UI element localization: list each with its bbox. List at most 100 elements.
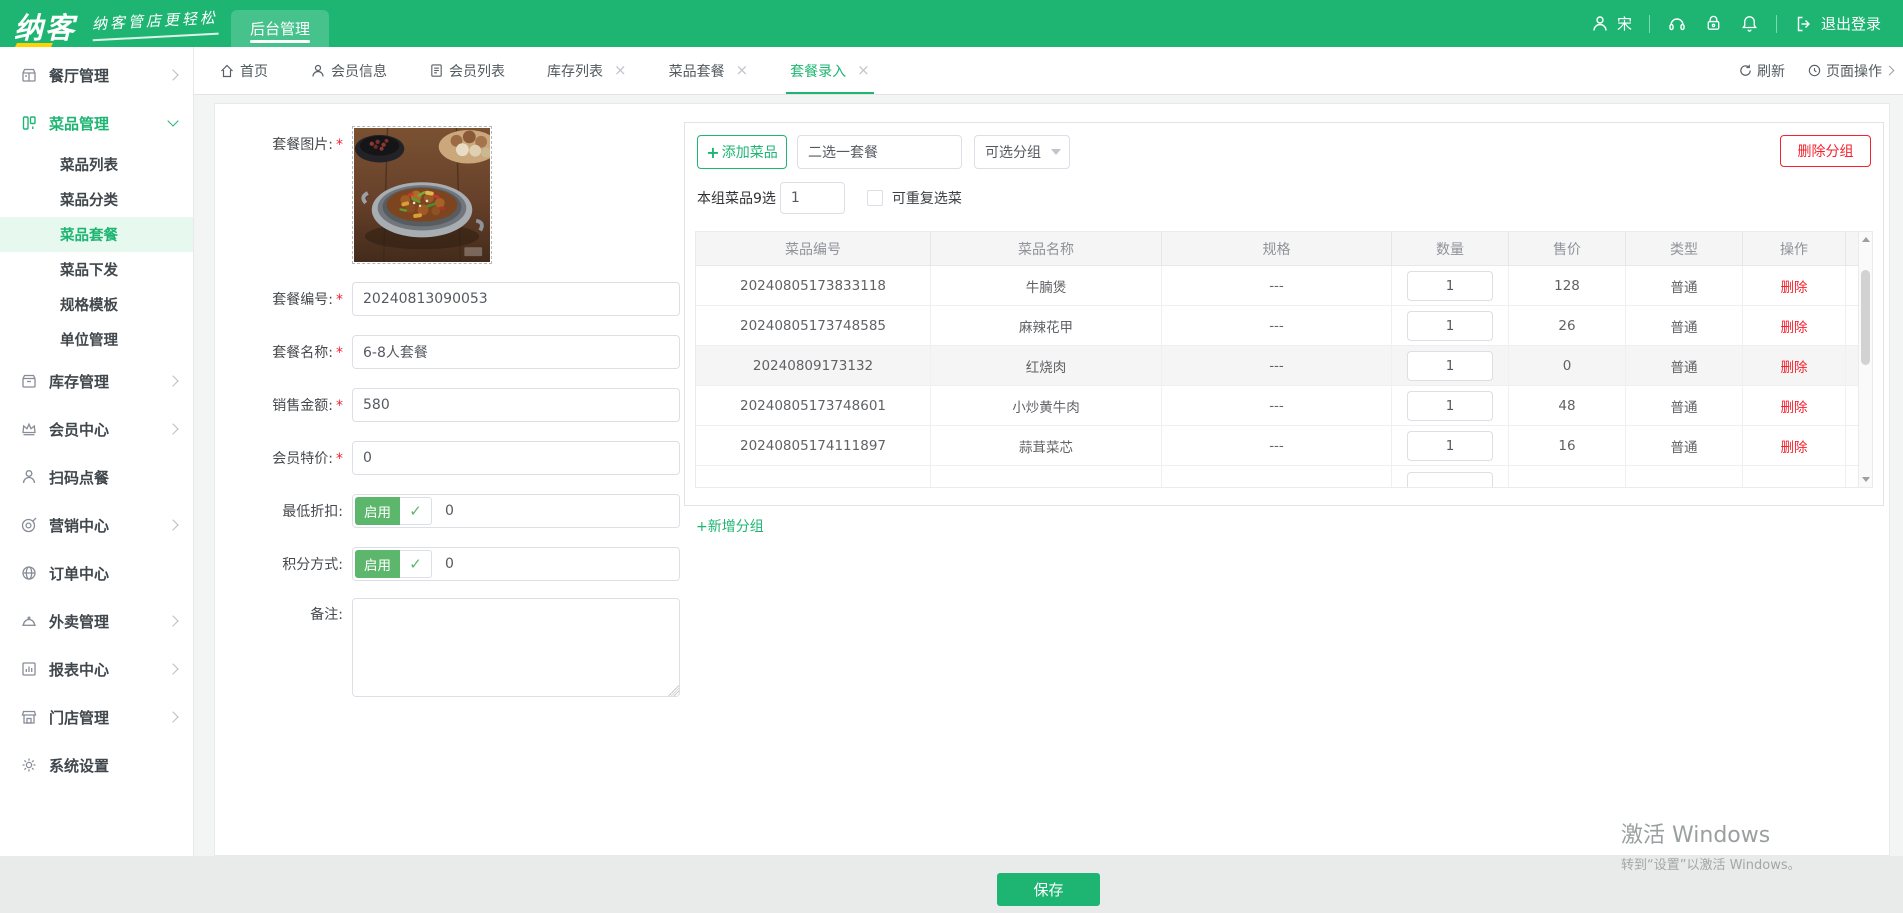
scrollbar-thumb[interactable] [1861,270,1870,365]
sidebar-item-scan-order[interactable]: 扫码点餐 [0,453,193,501]
sidebar-subitem-dish-category[interactable]: 菜品分类 [0,182,193,217]
watermark-line1: 激活 Windows [1621,817,1801,849]
caret-down-icon [1051,149,1061,155]
member-price-input[interactable] [352,441,680,475]
watermark-line2: 转到“设置”以激活 Windows。 [1621,854,1801,873]
sidebar-subitem-dish-dispatch[interactable]: 菜品下发 [0,252,193,287]
brand-tagline: 纳客管店更轻松 [91,7,218,42]
sidebar-item-marketing[interactable]: 营销中心 [0,501,193,549]
group-type-select[interactable]: 可选分组 [974,135,1070,169]
enable-toggle-button[interactable]: 启用 [355,497,400,525]
sidebar-subitem-dish-combo[interactable]: 菜品套餐 [0,217,193,252]
delete-dish-link[interactable]: 删除 [1781,396,1808,416]
remark-textarea[interactable] [352,598,680,697]
chevron-right-icon [167,375,178,386]
delete-dish-link[interactable]: 删除 [1781,276,1808,296]
bell-icon[interactable] [1740,14,1759,33]
tab-combo-entry[interactable]: 套餐录入 × [790,47,870,94]
delete-dish-link[interactable]: 删除 [1781,316,1808,336]
sidebar-item-order-center[interactable]: 订单中心 [0,549,193,597]
chevron-right-icon [167,615,178,626]
scroll-up-arrow[interactable] [1859,232,1872,247]
field-label: 套餐编号:* [235,289,343,309]
refresh-label: 刷新 [1757,61,1785,81]
cell-empty [696,466,931,487]
username: 宋 [1617,13,1632,34]
save-button[interactable]: 保存 [997,873,1100,906]
combo-image-upload[interactable] [352,126,492,264]
cell-dish-type: 普通 [1626,306,1743,345]
group-rule-row: 本组菜品9选 可重复选菜 [697,180,962,216]
tab-close-icon[interactable]: × [614,63,627,78]
document-icon [429,63,444,78]
cell-dish-code: 20240809173132 [696,346,931,385]
sidebar-subitem-dish-list[interactable]: 菜品列表 [0,147,193,182]
sidebar-subitem-label: 菜品下发 [60,259,118,280]
sidebar-item-reports[interactable]: 报表中心 [0,645,193,693]
sidebar-item-restaurant[interactable]: 餐厅管理 [0,51,193,99]
cell-dish-qty [1392,386,1509,425]
repeat-checkbox[interactable] [867,190,883,206]
sale-amount-input[interactable] [352,388,680,422]
delete-dish-link[interactable]: 删除 [1781,436,1808,456]
form-row-name: 套餐名称:* [235,335,680,369]
chevron-right-icon [167,423,178,434]
nav-tab-backend[interactable]: 后台管理 [231,10,329,47]
qty-input[interactable] [1407,351,1493,381]
delete-group-button[interactable]: 删除分组 [1780,135,1871,167]
user-menu[interactable]: 宋 [1590,13,1632,34]
pick-count-input[interactable] [780,182,845,214]
tab-label: 首页 [240,61,268,81]
cell-dish-name: 蒜茸菜芯 [931,426,1162,465]
tab-inventory-list[interactable]: 库存列表 × [547,47,627,94]
sidebar-item-takeout[interactable]: 外卖管理 [0,597,193,645]
field-label: 套餐名称:* [235,342,343,362]
page-actions-button[interactable]: 页面操作 [1807,61,1893,81]
cell-dish-type: 普通 [1626,426,1743,465]
tab-dish-combo[interactable]: 菜品套餐 × [669,47,749,94]
sidebar-item-stores[interactable]: 门店管理 [0,693,193,741]
chevron-down-icon [167,115,178,126]
tab-home[interactable]: 首页 [219,47,268,94]
delete-dish-link[interactable]: 删除 [1781,356,1808,376]
min-discount-value[interactable]: 0 [445,503,454,519]
qty-input[interactable] [1407,311,1493,341]
logout-button[interactable]: 退出登录 [1794,13,1881,34]
dish-table-header: 菜品编号 菜品名称 规格 数量 售价 类型 操作 [696,232,1872,266]
table-row-partial [696,466,1872,487]
sidebar-item-member-center[interactable]: 会员中心 [0,405,193,453]
lock-icon[interactable] [1704,14,1723,33]
sidebar-item-dish-management[interactable]: 菜品管理 [0,99,193,147]
points-value[interactable]: 0 [445,556,454,572]
check-icon[interactable]: ✓ [400,497,432,525]
combo-name-input[interactable] [352,335,680,369]
headset-icon[interactable] [1667,14,1687,34]
sidebar-subitem-unit-management[interactable]: 单位管理 [0,322,193,357]
add-dish-button[interactable]: + 添加菜品 [697,135,787,169]
sidebar-item-label: 外卖管理 [49,611,109,632]
cell-dish-spec: --- [1162,306,1392,345]
sidebar-subitem-spec-template[interactable]: 规格模板 [0,287,193,322]
refresh-button[interactable]: 刷新 [1738,61,1785,81]
sidebar-item-inventory[interactable]: 库存管理 [0,357,193,405]
cell-dish-code: 20240805173833118 [696,266,931,305]
check-icon[interactable]: ✓ [400,550,432,578]
top-header: 纳客 纳客管店更轻松 后台管理 宋 [0,0,1903,47]
qty-input[interactable] [1407,391,1493,421]
qty-input[interactable] [1407,271,1493,301]
tab-close-icon[interactable]: × [736,63,749,78]
group-name-input[interactable] [797,135,962,169]
cell-dish-qty [1392,306,1509,345]
enable-toggle-button[interactable]: 启用 [355,550,400,578]
scroll-down-arrow[interactable] [1859,472,1872,487]
add-group-link[interactable]: +新增分组 [696,516,764,536]
qty-input[interactable] [1407,431,1493,461]
combo-code-input[interactable] [352,282,680,316]
tab-member-list[interactable]: 会员列表 [429,47,505,94]
form-row-points: 积分方式: 启用 ✓ 0 [235,547,680,581]
tab-member-info[interactable]: 会员信息 [310,47,387,94]
qty-input[interactable] [1407,472,1493,488]
sidebar-item-settings[interactable]: 系统设置 [0,741,193,789]
table-vertical-scrollbar[interactable] [1858,232,1872,487]
tab-close-icon[interactable]: × [857,63,870,78]
